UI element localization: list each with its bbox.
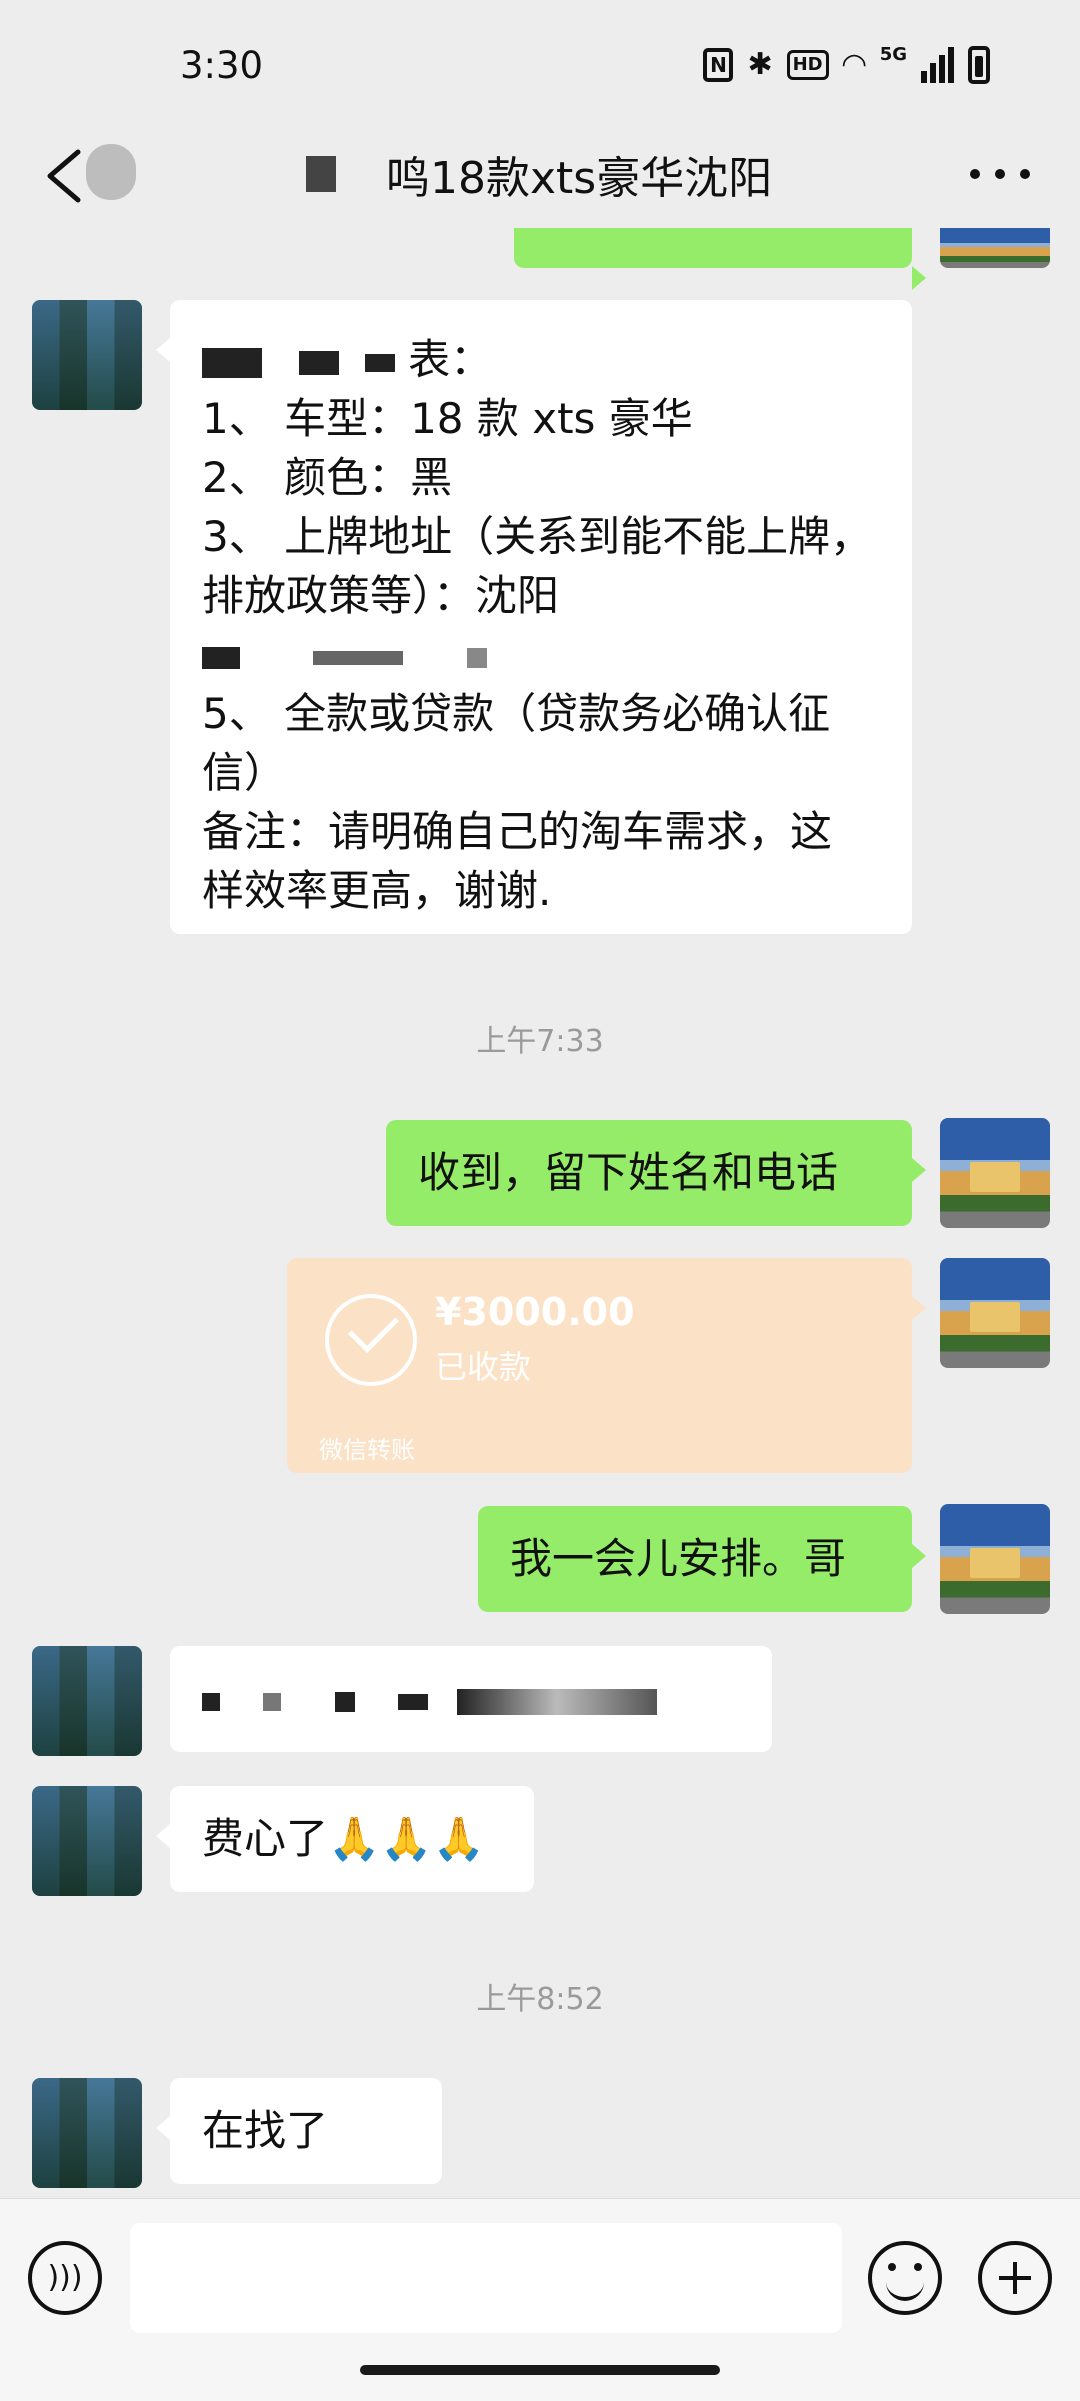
redacted-text: [334, 1691, 355, 1712]
message-line: 排放政策等）：沈阳: [202, 571, 560, 620]
message-line: 备注：请明确自己的淘车需求，这: [202, 807, 833, 856]
message-line: 信）: [202, 748, 287, 797]
redacted-text: [313, 650, 404, 665]
message-line: 5、 全款或贷款（贷款务必确认征: [202, 689, 831, 738]
message-bubble[interactable]: 028: [170, 1646, 772, 1752]
message-bubble[interactable]: 收到，留下姓名和电话: [386, 1120, 926, 1226]
transfer-card[interactable]: ¥3000.00 已收款 微信转账: [287, 1258, 926, 1473]
wifi-icon: ◠: [842, 47, 866, 82]
blurred-avatar: [86, 144, 136, 200]
redacted-text: [202, 646, 240, 669]
message-bubble[interactable]: 在找了吗？: [156, 2078, 442, 2261]
transfer-amount: ¥3000.00: [435, 1290, 635, 1334]
timestamp: 上午8:52: [476, 1982, 604, 2017]
message-bubble[interactable]: 费心了🙏🙏🙏: [156, 1786, 534, 1892]
emoji-icon[interactable]: [868, 2241, 942, 2315]
chat-header: 鸣18款xts豪华沈阳: [0, 120, 1080, 230]
my-avatar[interactable]: [940, 1258, 1050, 1368]
redacted-text: [398, 1693, 429, 1710]
transfer-status: 已收款: [435, 1348, 532, 1386]
message-line: 1、 车型：18 款 xts 豪华: [202, 394, 693, 443]
check-circle-icon: [325, 1294, 417, 1386]
blurred-name: [306, 156, 336, 192]
status-time: 3:30: [180, 44, 264, 87]
redacted-text: [263, 1692, 282, 1711]
transfer-label: 微信转账: [319, 1436, 415, 1464]
timestamp: 上午7:33: [476, 1024, 604, 1059]
message-line: 2、 颜色：黑: [202, 453, 453, 502]
my-avatar[interactable]: [940, 228, 1050, 268]
redacted-text: [202, 1692, 220, 1711]
contact-avatar[interactable]: [32, 2078, 142, 2188]
redacted-text: [299, 350, 340, 375]
plus-icon[interactable]: [978, 2241, 1052, 2315]
redacted-text: [457, 1688, 658, 1715]
message-line-redacted: [202, 625, 880, 684]
nfc-icon: N: [703, 48, 734, 82]
redacted-text: [364, 353, 395, 372]
my-avatar[interactable]: [940, 1118, 1050, 1228]
hd-icon: HD: [786, 50, 829, 80]
status-icons: N ✱ HD ◠ 5G: [703, 46, 990, 84]
chat-title: 鸣18款xts豪华沈阳: [386, 153, 773, 204]
home-indicator[interactable]: [360, 2365, 720, 2375]
my-avatar[interactable]: [940, 1504, 1050, 1614]
message-line: 表：: [202, 330, 880, 389]
message-line: 3、 上牌地址（关系到能不能上牌，: [202, 512, 873, 561]
more-options-icon[interactable]: [970, 164, 1030, 184]
signal-icon: [921, 47, 954, 83]
message-input[interactable]: [130, 2223, 842, 2333]
battery-icon: [968, 46, 990, 84]
message-bubble[interactable]: 表： 1、 车型：18 款 xts 豪华 2、 颜色：黑 3、 上牌地址（关系到…: [156, 300, 912, 934]
contact-avatar[interactable]: [32, 1786, 142, 1896]
network-label: 5G: [879, 44, 907, 65]
contact-avatar[interactable]: [32, 300, 142, 410]
bluetooth-icon: ✱: [747, 47, 773, 82]
back-icon[interactable]: [42, 148, 86, 204]
message-bubble[interactable]: 我一会儿安排。哥: [478, 1506, 926, 1612]
status-bar: 3:30 N ✱ HD ◠ 5G: [0, 0, 1080, 135]
contact-avatar[interactable]: [32, 1646, 142, 1756]
redacted-text: [466, 647, 487, 668]
voice-input-icon[interactable]: ))): [28, 2241, 102, 2315]
redacted-text: [202, 347, 262, 378]
message-line: 样效率更高，谢谢.: [202, 866, 552, 915]
partial-message-bubble[interactable]: [514, 228, 926, 290]
